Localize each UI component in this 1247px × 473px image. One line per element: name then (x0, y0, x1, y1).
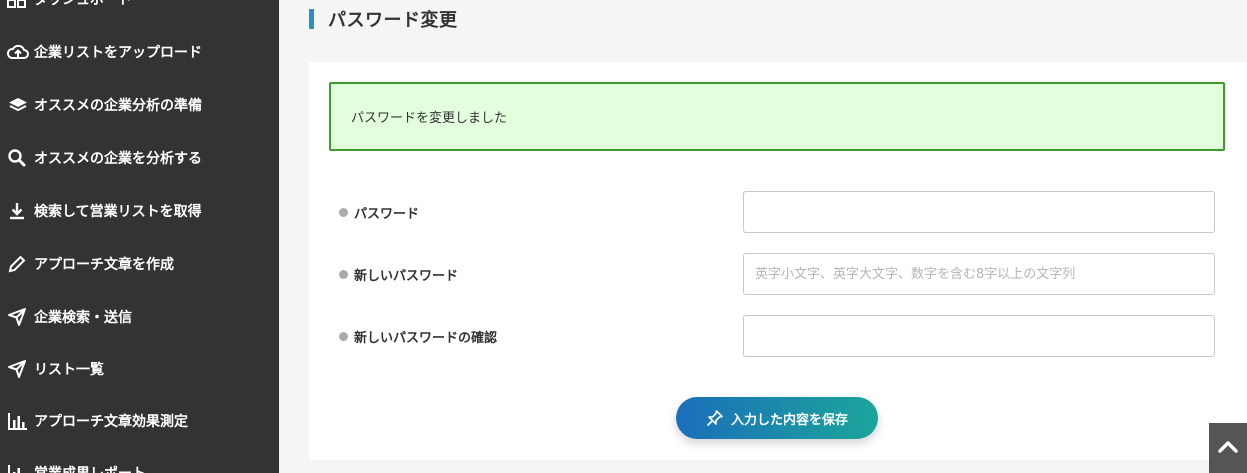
sidebar-item-analyze[interactable]: オススメの企業を分析する (7, 146, 202, 170)
sidebar-item-get-sales-list[interactable]: 検索して営業リストを取得 (7, 199, 202, 223)
bullet-dot (339, 331, 348, 341)
download-icon (7, 201, 29, 221)
save-button[interactable]: 入力した内容を保存 (676, 397, 878, 439)
page-title: パスワード変更 (328, 10, 458, 31)
sidebar-item-list-overview[interactable]: リスト一覧 (7, 357, 104, 381)
password-panel: パスワードを変更しました パスワード 新しいパスワード 新しいパスワードの確認 (309, 62, 1247, 460)
sidebar-item-label: 検索して営業リストを取得 (34, 204, 202, 220)
bar-chart-icon (7, 463, 29, 473)
password-label: パスワード (339, 191, 419, 233)
confirm-password-label: 新しいパスワードの確認 (339, 315, 497, 357)
sidebar-item-upload-list[interactable]: 企業リストをアップロード (7, 40, 202, 64)
form-row-new-password: 新しいパスワード (339, 253, 1215, 295)
sidebar-item-approach-effect[interactable]: アプローチ文章効果測定 (7, 409, 188, 433)
sidebar-item-label: 企業リストをアップロード (34, 45, 202, 61)
password-input[interactable] (743, 191, 1215, 233)
bullet-dot (339, 207, 348, 217)
sidebar-item-dashboard[interactable]: ダッシュボード (7, 0, 132, 11)
form-row-password: パスワード (339, 191, 1215, 233)
sidebar-item-company-search-send[interactable]: 企業検索・送信 (7, 305, 132, 329)
alert-message: パスワードを変更しました (351, 111, 508, 126)
pin-icon (706, 409, 724, 427)
search-icon (7, 148, 29, 168)
sidebar-item-label: 企業検索・送信 (34, 310, 132, 326)
send-icon (7, 359, 29, 379)
form-row-confirm-password: 新しいパスワードの確認 (339, 315, 1215, 357)
bullet-dot (339, 269, 348, 279)
main-content: パスワード変更 パスワードを変更しました パスワード 新しいパスワード 新しいパ… (279, 0, 1247, 473)
password-label-text: パスワード (354, 206, 420, 222)
success-alert: パスワードを変更しました (329, 82, 1225, 151)
sidebar-item-label: アプローチ文章効果測定 (34, 414, 188, 430)
sidebar-item-sales-report[interactable]: 営業成果レポート (7, 461, 146, 473)
new-password-input[interactable] (743, 253, 1215, 295)
bar-chart-icon (7, 411, 29, 431)
scroll-to-top-button[interactable] (1209, 423, 1247, 473)
sidebar-item-prepare-analysis[interactable]: オススメの企業分析の準備 (7, 93, 202, 117)
sidebar-item-label: オススメの企業分析の準備 (34, 98, 202, 114)
layers-icon (7, 95, 29, 115)
pencil-icon (7, 254, 29, 274)
sidebar-item-label: アプローチ文章を作成 (34, 257, 174, 273)
grid-icon (7, 0, 29, 9)
new-password-label: 新しいパスワード (339, 253, 458, 295)
confirm-password-label-text: 新しいパスワードの確認 (354, 330, 498, 346)
chevron-up-icon (1217, 439, 1239, 458)
sidebar-item-label: 営業成果レポート (34, 463, 146, 473)
send-icon (7, 307, 29, 327)
cloud-upload-icon (7, 42, 29, 62)
confirm-password-input[interactable] (743, 315, 1215, 357)
save-button-label: 入力した内容を保存 (730, 412, 848, 428)
new-password-label-text: 新しいパスワード (354, 268, 459, 284)
sidebar-item-create-approach[interactable]: アプローチ文章を作成 (7, 252, 174, 276)
title-accent-bar (309, 9, 314, 29)
page-header: パスワード変更 (309, 8, 458, 31)
sidebar-item-label: ダッシュボード (34, 0, 132, 8)
sidebar: ダッシュボード 企業リストをアップロード オススメの企業分析の準備 オススメの企… (0, 0, 279, 473)
sidebar-item-label: オススメの企業を分析する (34, 151, 202, 167)
sidebar-item-label: リスト一覧 (34, 362, 104, 378)
